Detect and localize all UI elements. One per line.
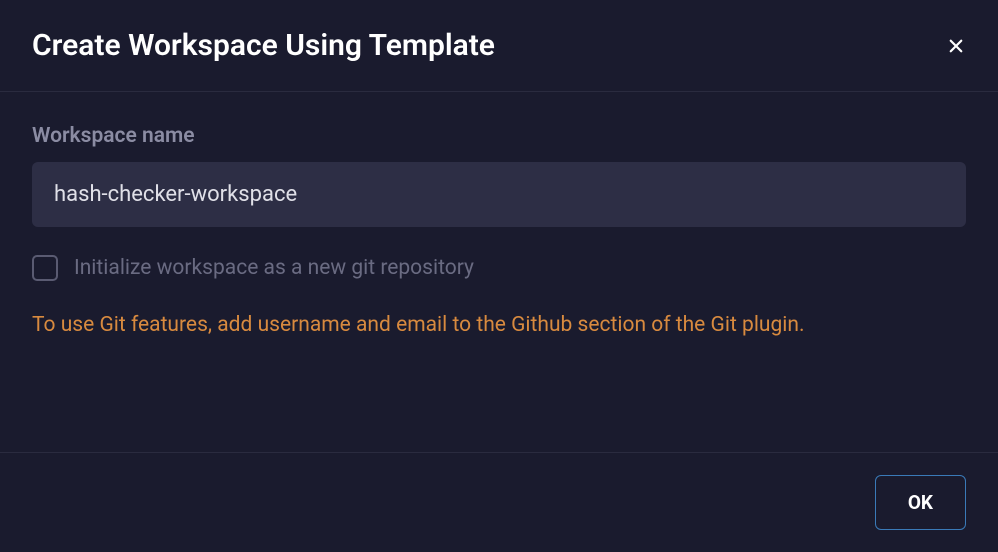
- dialog-footer: OK: [0, 452, 998, 552]
- create-workspace-dialog: Create Workspace Using Template Workspac…: [0, 0, 998, 552]
- git-init-checkbox-label[interactable]: Initialize workspace as a new git reposi…: [74, 256, 474, 280]
- workspace-name-input[interactable]: [32, 162, 966, 227]
- git-warning-message: To use Git features, add username and em…: [32, 309, 966, 342]
- dialog-title: Create Workspace Using Template: [32, 28, 495, 63]
- close-icon[interactable]: [946, 36, 966, 56]
- ok-button[interactable]: OK: [875, 475, 966, 530]
- workspace-name-label: Workspace name: [32, 124, 966, 148]
- git-init-checkbox[interactable]: [32, 255, 58, 281]
- dialog-header: Create Workspace Using Template: [0, 0, 998, 92]
- git-init-row: Initialize workspace as a new git reposi…: [32, 255, 966, 281]
- dialog-body: Workspace name Initialize workspace as a…: [0, 92, 998, 452]
